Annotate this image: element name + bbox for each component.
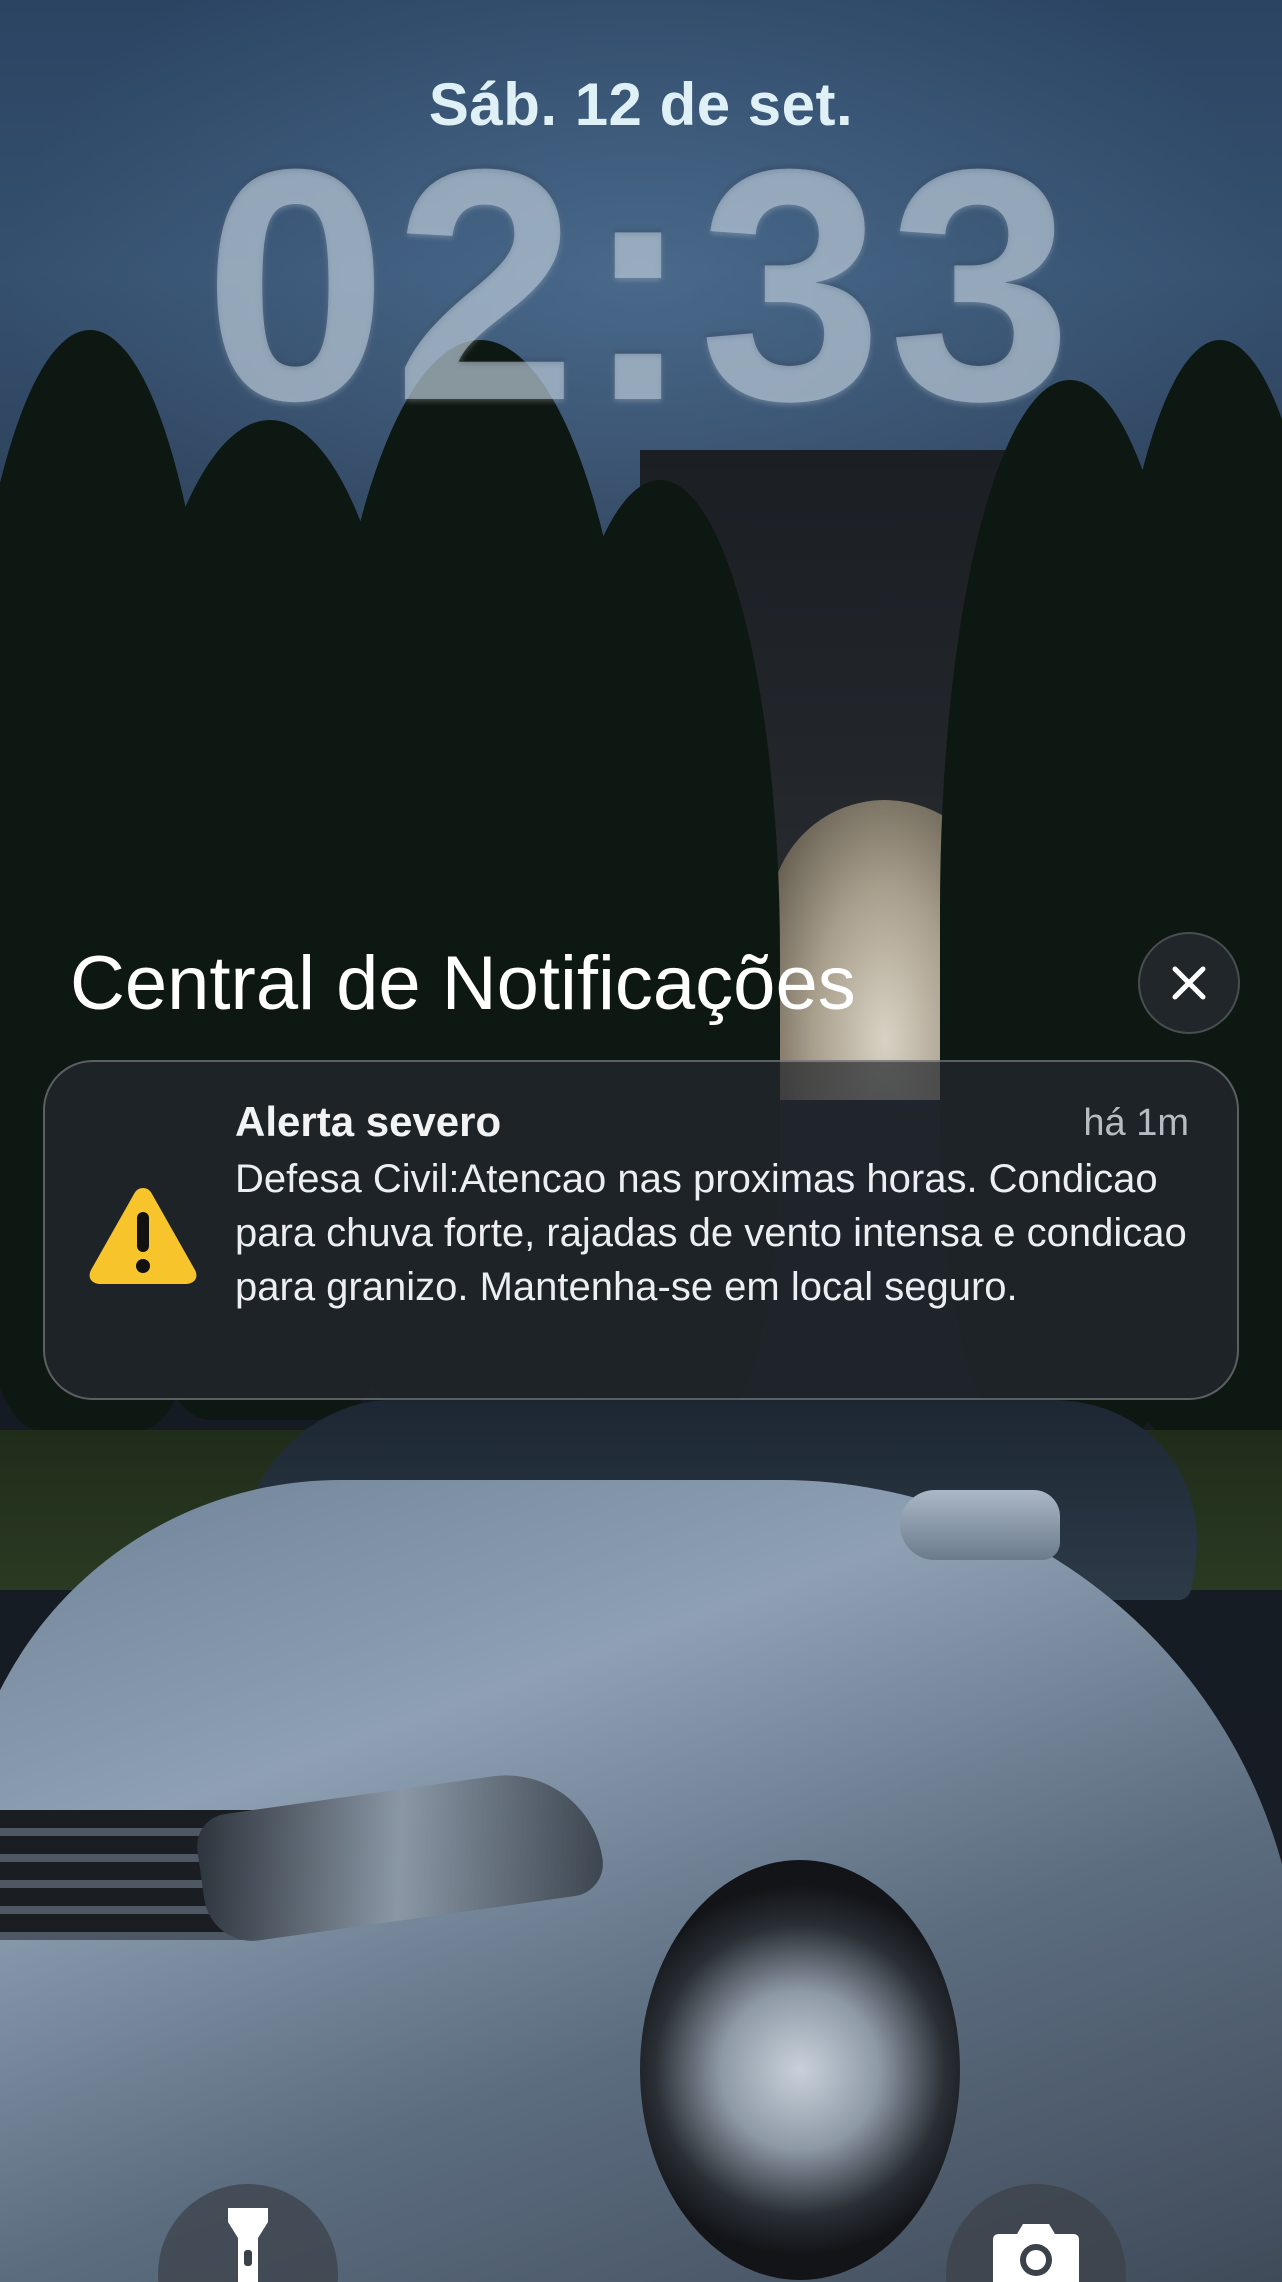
camera-icon [993,2224,1079,2282]
lock-screen: Sáb. 12 de set. 02:33 Central de Notific… [0,0,1282,2282]
flashlight-icon [228,2208,268,2282]
notification-card[interactable]: Alerta severo há 1m Defesa Civil:Atencao… [43,1060,1239,1400]
notification-body: Defesa Civil:Atencao nas proximas horas.… [235,1157,1187,1309]
warning-triangle-icon [85,1182,201,1288]
close-notifications-button[interactable] [1138,932,1240,1034]
notification-time: há 1m [1083,1102,1189,1144]
notification-title: Alerta severo [235,1098,502,1145]
notification-center-title: Central de Notificações [70,941,856,1026]
lock-screen-clock: 02:33 [203,100,1078,469]
close-icon [1172,966,1206,1000]
